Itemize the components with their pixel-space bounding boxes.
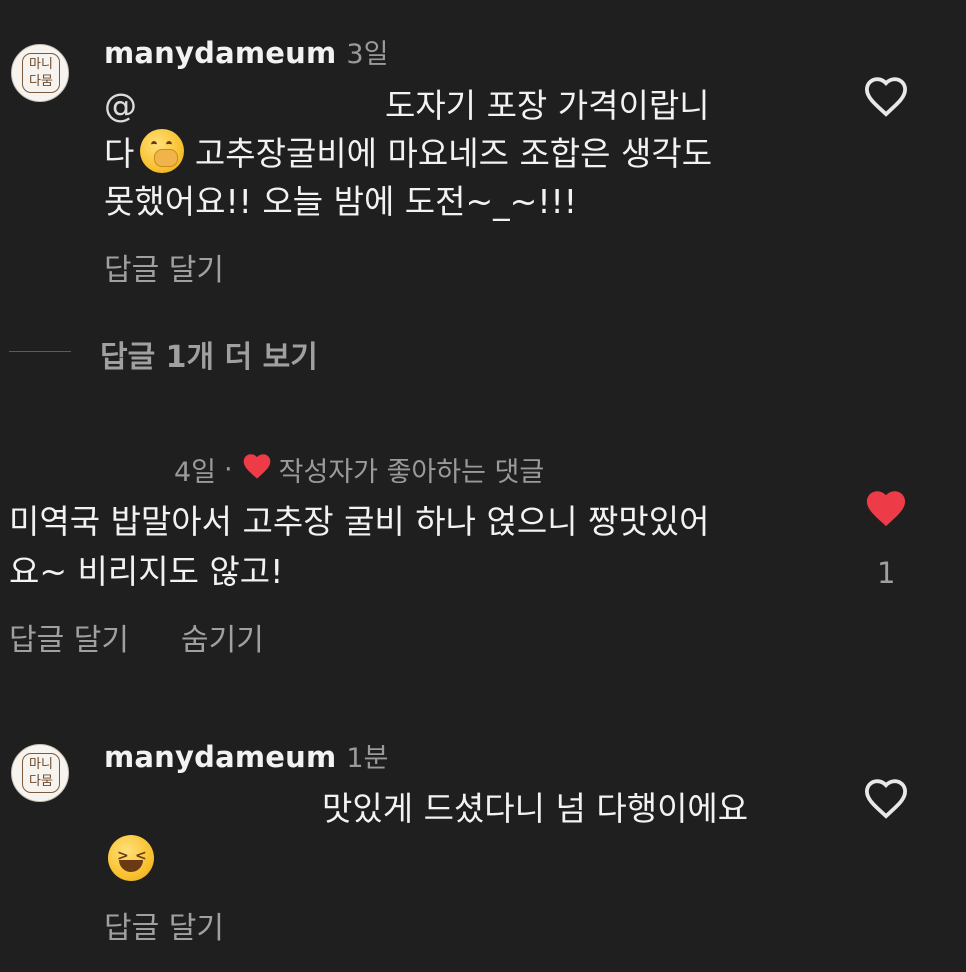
like-count[interactable]: 1: [877, 556, 895, 590]
liked-by-author-label: 작성자가 좋아하는 댓글: [278, 457, 545, 488]
comment-meta: 4일 · 작성자가 좋아하는 댓글: [174, 450, 544, 489]
logo-frame: 마니 다뭄: [22, 53, 60, 93]
username[interactable]: manydameum: [104, 36, 336, 70]
view-more-replies-label[interactable]: 답글 1개 더 보기: [100, 332, 318, 376]
grinning-squinting-face-emoji: > <: [108, 835, 154, 885]
reply-button[interactable]: 답글 달기: [9, 615, 129, 659]
username[interactable]: manydameum: [104, 740, 336, 774]
comment-text-line-1: 맛있게 드셨다니 넘 다행이에요: [322, 789, 749, 828]
logo-frame: 마니 다뭄: [22, 753, 60, 793]
heart-filled-small-icon: [241, 451, 273, 488]
hide-button[interactable]: 숨기기: [181, 615, 264, 659]
comment-header: manydameum 3일: [104, 32, 388, 71]
comment-text: 도자기 포장 가격이랍니: [385, 86, 710, 125]
comment-header: manydameum 1분: [104, 736, 388, 775]
timestamp: 3일: [346, 39, 389, 70]
separator-dot: ·: [224, 454, 233, 485]
logo-text: 마니 다뭄: [29, 757, 53, 789]
comment-text-line-2: 요~ 비리지도 않고!: [9, 552, 284, 591]
logo-text: 마니 다뭄: [29, 57, 53, 89]
comment-text: 고추장굴비에 마요네즈 조합은 생각도: [184, 134, 713, 173]
comment-text: 다: [104, 134, 135, 173]
avatar[interactable]: 마니 다뭄: [11, 744, 69, 802]
reply-button[interactable]: 답글 달기: [104, 245, 224, 289]
heart-outline-icon[interactable]: [863, 75, 909, 117]
mention-link[interactable]: @: [104, 86, 137, 125]
avatar[interactable]: 마니 다뭄: [11, 44, 69, 102]
comment-text-line-3: 못했어요!! 오늘 밤에 도전~_~!!!: [104, 182, 578, 221]
reply-button[interactable]: 답글 달기: [104, 903, 224, 947]
heart-filled-icon[interactable]: [863, 487, 909, 529]
comment-text-line-1: 미역국 밥말아서 고추장 굴비 하나 얹으니 짱맛있어: [9, 502, 710, 541]
divider-line: [9, 351, 71, 352]
timestamp: 4일: [174, 457, 217, 488]
face-with-hand-over-mouth-emoji: [140, 129, 185, 173]
timestamp: 1분: [346, 743, 389, 774]
heart-outline-icon[interactable]: [863, 777, 909, 819]
